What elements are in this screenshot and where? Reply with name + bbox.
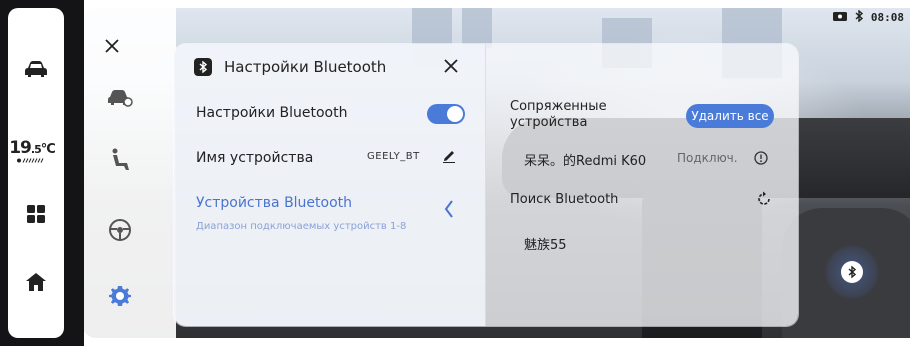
fan-level-indicator (4, 158, 60, 165)
device-name-value: GEELY_BT (367, 151, 420, 162)
close-panel-button[interactable] (444, 56, 458, 76)
temperature-unit: °C (40, 142, 56, 157)
grid-icon[interactable] (8, 204, 64, 224)
bluetooth-hub-indicator[interactable] (824, 244, 880, 300)
close-icon (444, 59, 458, 73)
paired-device-status[interactable]: Подключ. (677, 151, 738, 165)
steering-wheel-icon[interactable] (106, 216, 134, 244)
bluetooth-settings-list (174, 44, 486, 326)
bluetooth-settings-panel: Настройки Bluetooth Настройки Bluetooth … (174, 44, 798, 326)
seat-icon[interactable] (106, 146, 134, 174)
bluetooth-icon (194, 58, 212, 76)
toggle-knob (447, 106, 463, 122)
home-icon[interactable] (8, 272, 64, 292)
temperature-main: 19 (9, 138, 32, 158)
bluetooth-devices-item[interactable]: Устройства Bluetooth (196, 195, 352, 211)
temperature-decimal: .5 (30, 143, 42, 156)
status-bar: 08:08 (832, 9, 904, 25)
chevron-left-icon[interactable] (444, 200, 454, 222)
temperature-display[interactable]: 19.5°C (4, 138, 60, 165)
found-device-name[interactable]: 魅族55 (524, 234, 567, 253)
camera-icon (832, 11, 847, 24)
gear-icon[interactable] (106, 282, 134, 310)
car-icon[interactable] (8, 60, 64, 78)
dock-rail (8, 8, 64, 338)
panel-title: Настройки Bluetooth (224, 58, 387, 76)
bluetooth-toggle[interactable] (427, 104, 465, 124)
bluetooth-hub-icon (841, 261, 863, 283)
screen: 19.5°C 08:08 Настройки Bluetooth Настрой… (0, 0, 910, 346)
close-icon[interactable] (98, 32, 126, 60)
edit-icon[interactable] (442, 148, 456, 167)
info-icon[interactable] (754, 150, 768, 169)
refresh-icon[interactable] (756, 191, 772, 211)
panel-header: Настройки Bluetooth (194, 58, 386, 76)
settings-category-column (84, 8, 176, 338)
clock: 08:08 (870, 11, 904, 24)
bluetooth-status-icon (853, 9, 865, 25)
device-name-label: Имя устройства (196, 150, 314, 166)
bluetooth-settings-label: Настройки Bluetooth (196, 105, 348, 121)
device-range-note: Диапазон подключаемых устройств 1-8 (196, 221, 407, 232)
paired-devices-title: Сопряженные устройства (510, 99, 607, 130)
paired-device-name[interactable]: 呆呆。的Redmi K60 (524, 150, 646, 169)
bluetooth-search-title: Поиск Bluetooth (510, 192, 619, 207)
delete-all-button[interactable]: Удалить все (686, 104, 774, 128)
vehicle-settings-icon[interactable] (106, 84, 134, 112)
